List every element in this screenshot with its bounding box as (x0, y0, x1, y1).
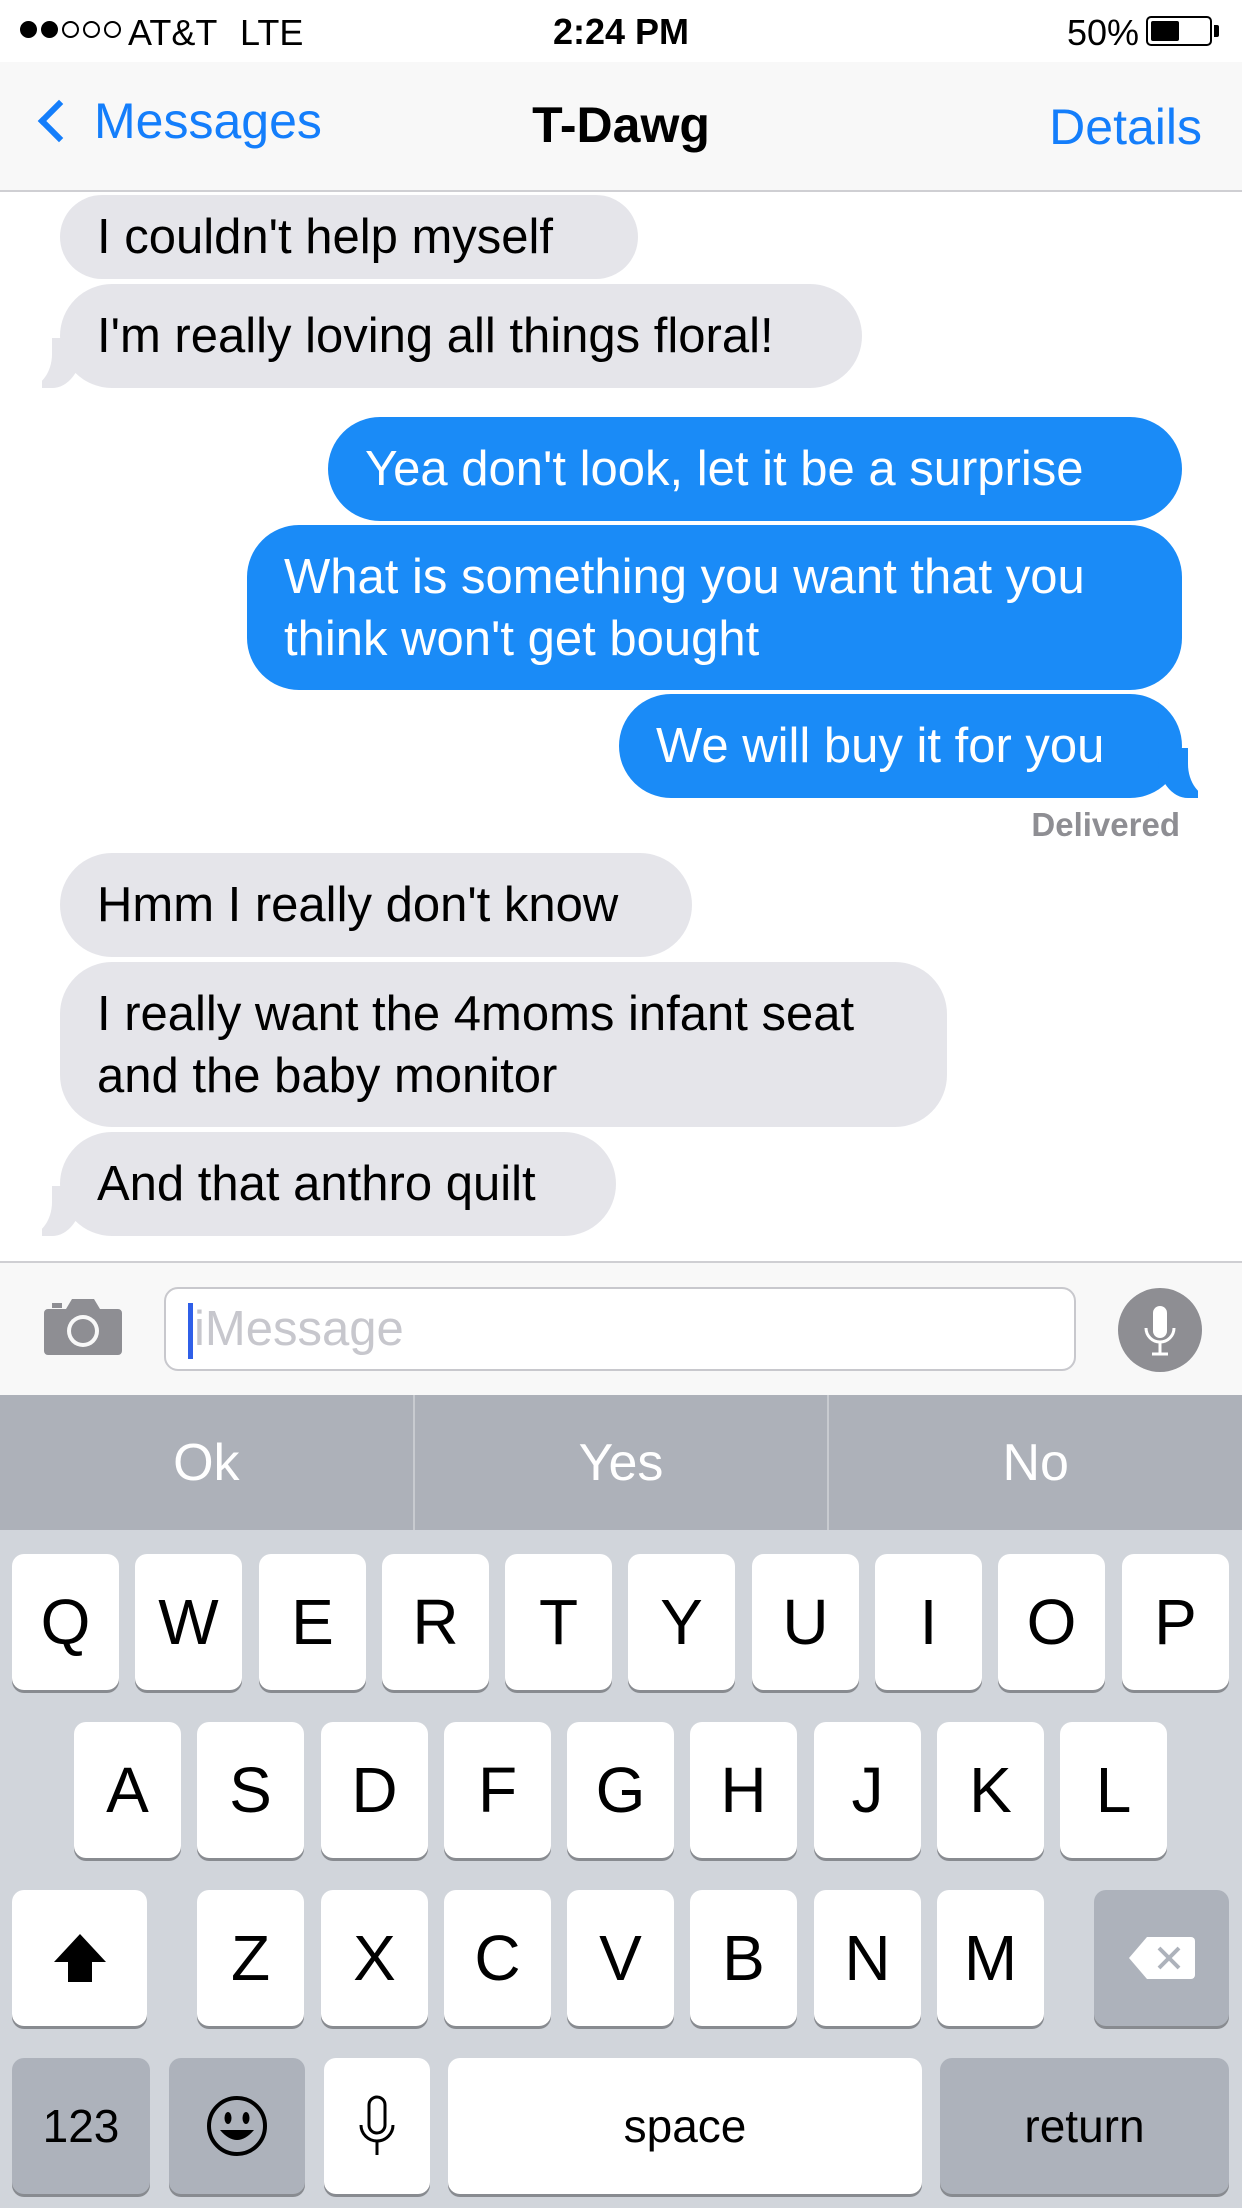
key-g[interactable]: G (567, 1722, 674, 1858)
message-input-placeholder: iMessage (194, 1302, 404, 1356)
key-l[interactable]: L (1060, 1722, 1167, 1858)
status-time: 2:24 PM (552, 11, 690, 52)
message-bubble-received[interactable]: I'm really loving all things floral! (60, 284, 862, 388)
key-n[interactable]: N (814, 1890, 921, 2026)
key-d[interactable]: D (321, 1722, 428, 1858)
shift-arrow-icon (53, 1934, 106, 1982)
battery-fill (1151, 21, 1179, 41)
key-h[interactable]: H (690, 1722, 797, 1858)
bubble-tail (12, 338, 82, 388)
emoji-key[interactable] (169, 2058, 305, 2194)
microphone-icon (359, 2095, 395, 2155)
key-z[interactable]: Z (197, 1890, 304, 2026)
camera-icon[interactable] (44, 1295, 122, 1355)
details-button[interactable]: Details (1049, 98, 1202, 156)
key-v[interactable]: V (567, 1890, 674, 2026)
message-input[interactable]: iMessage (164, 1287, 1076, 1371)
battery-icon (1146, 16, 1212, 46)
delete-backspace-icon (1128, 1937, 1195, 1979)
dictation-key[interactable] (324, 2058, 430, 2194)
key-i[interactable]: I (875, 1554, 982, 1690)
bubble-tail (1158, 748, 1228, 798)
shift-key[interactable] (12, 1890, 147, 2026)
suggestion-item[interactable]: No (829, 1395, 1242, 1530)
key-w[interactable]: W (135, 1554, 242, 1690)
key-x[interactable]: X (321, 1890, 428, 2026)
numbers-key[interactable]: 123 (12, 2058, 150, 2194)
return-key[interactable]: return (940, 2058, 1229, 2194)
space-key[interactable]: space (448, 2058, 922, 2194)
key-j[interactable]: J (814, 1722, 921, 1858)
message-bubble-sent[interactable]: Yea don't look, let it be a surprise (328, 417, 1182, 521)
message-bubble-received[interactable]: And that anthro quilt (60, 1132, 616, 1236)
text-cursor (188, 1303, 193, 1359)
status-bar: AT&T LTE 2:24 PM 50% (0, 0, 1242, 62)
key-r[interactable]: R (382, 1554, 489, 1690)
microphone-glyph (1144, 1306, 1176, 1356)
message-bubble-received[interactable]: I really want the 4moms infant seat and … (60, 962, 947, 1127)
key-b[interactable]: B (690, 1890, 797, 2026)
message-bubble-sent[interactable]: What is something you want that you thin… (247, 525, 1182, 690)
key-k[interactable]: K (937, 1722, 1044, 1858)
key-a[interactable]: A (74, 1722, 181, 1858)
navigation-bar: Messages T-Dawg Details (0, 62, 1242, 192)
key-y[interactable]: Y (628, 1554, 735, 1690)
delivery-status: Delivered (1031, 806, 1180, 843)
emoji-smiley-icon (207, 2096, 267, 2156)
suggestion-item[interactable]: Yes (415, 1395, 830, 1530)
key-u[interactable]: U (752, 1554, 859, 1690)
message-bubble-received[interactable]: I couldn't help myself (60, 195, 638, 279)
microphone-icon[interactable] (1118, 1288, 1202, 1372)
suggestion-item[interactable]: Ok (0, 1395, 415, 1530)
battery-nub (1214, 25, 1219, 37)
bubble-tail (12, 1186, 82, 1236)
battery-percentage: 50% (1066, 12, 1139, 53)
key-o[interactable]: O (998, 1554, 1105, 1690)
delete-key[interactable] (1094, 1890, 1229, 2026)
message-bubble-received[interactable]: Hmm I really don't know (60, 853, 692, 957)
key-m[interactable]: M (937, 1890, 1044, 2026)
quicktype-suggestions: Ok Yes No (0, 1395, 1242, 1530)
message-bubble-sent[interactable]: We will buy it for you (619, 694, 1182, 798)
key-s[interactable]: S (197, 1722, 304, 1858)
keyboard: Q W E R T Y U I O P A S D F G H J K L Z … (0, 1530, 1242, 2208)
compose-bar: iMessage (0, 1261, 1242, 1395)
key-e[interactable]: E (259, 1554, 366, 1690)
key-t[interactable]: T (505, 1554, 612, 1690)
key-c[interactable]: C (444, 1890, 551, 2026)
key-p[interactable]: P (1122, 1554, 1229, 1690)
key-f[interactable]: F (444, 1722, 551, 1858)
key-q[interactable]: Q (12, 1554, 119, 1690)
